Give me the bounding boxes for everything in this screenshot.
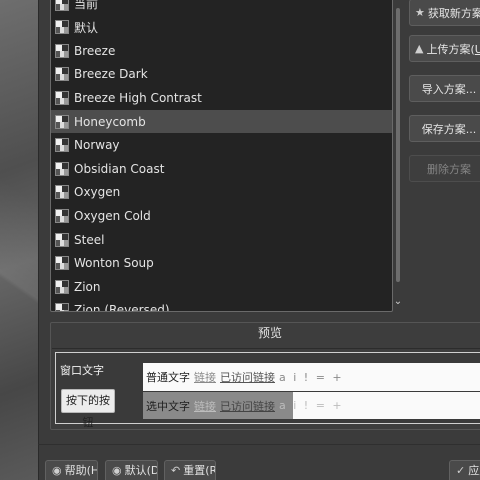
- scheme-item[interactable]: Oxygen: [51, 181, 392, 204]
- scheme-item-label: Honeycomb: [74, 114, 146, 129]
- scheme-item[interactable]: Norway: [51, 134, 392, 157]
- help-icon: ◉: [52, 463, 62, 477]
- scheme-item[interactable]: Zion (Reversed): [51, 299, 392, 312]
- scheme-swatch-icon: [55, 232, 69, 247]
- get-new-scheme-button[interactable]: ★ 获取新方案(N): [409, 0, 480, 26]
- apply-button[interactable]: ✓ 应用: [449, 460, 480, 480]
- scheme-swatch-icon: [55, 43, 69, 58]
- inactive-text-sample: a i ! = +: [279, 370, 344, 384]
- preview-title: 预览: [257, 326, 282, 340]
- selected-text-row: 选中文字 链接 已访问链接 a i ! = +: [143, 392, 342, 419]
- scheme-item-label: Oxygen: [74, 185, 121, 200]
- scheme-item-label: Zion: [74, 279, 101, 294]
- scheme-item-label: Breeze: [74, 43, 116, 58]
- delete-scheme-label: 删除方案: [427, 162, 471, 176]
- scheme-item-label: Wonton Soup: [74, 256, 154, 271]
- selected-link-sample: 链接: [194, 399, 216, 413]
- scheme-item[interactable]: Steel: [51, 228, 392, 251]
- selected-visited-link-sample: 已访问链接: [220, 399, 275, 413]
- scheme-item-label: Breeze High Contrast: [74, 90, 202, 105]
- desktop-wallpaper: [0, 0, 38, 480]
- scheme-swatch-icon: [55, 114, 69, 129]
- scheme-item[interactable]: Oxygen Cold: [51, 204, 392, 227]
- scheme-item[interactable]: 当前: [51, 0, 392, 15]
- scheme-swatch-icon: [55, 90, 69, 105]
- scheme-swatch-icon: [55, 0, 69, 11]
- link-sample: 链接: [194, 371, 216, 384]
- defaults-button[interactable]: ◉ 默认(D): [105, 460, 158, 480]
- star-icon: ★: [415, 6, 425, 19]
- scheme-swatch-icon: [55, 161, 69, 176]
- reset-icon: ↶: [171, 463, 181, 477]
- scheme-item-label: Oxygen Cold: [74, 208, 151, 223]
- reset-label: 重置(R): [183, 464, 215, 477]
- scheme-item-label: Obsidian Coast: [74, 161, 165, 176]
- scrollbar-thumb[interactable]: [396, 8, 400, 282]
- scheme-swatch-icon: [55, 208, 69, 223]
- scheme-item-label: Breeze Dark: [74, 67, 148, 82]
- window-border: [38, 0, 39, 480]
- scheme-item[interactable]: Breeze: [51, 39, 392, 62]
- scheme-item[interactable]: Breeze High Contrast: [51, 86, 392, 109]
- scheme-swatch-icon: [55, 256, 69, 271]
- upload-scheme-button[interactable]: ▲ 上传方案(U)...: [409, 35, 480, 62]
- selected-inactive-sample: a i ! = +: [279, 399, 344, 412]
- scheme-item-label: Zion (Reversed): [74, 303, 170, 312]
- scheme-item[interactable]: 默认: [51, 16, 392, 39]
- defaults-icon: ◉: [112, 463, 122, 477]
- scheme-item-label: 默认: [74, 20, 99, 35]
- normal-text-sample: 普通文字: [146, 371, 190, 384]
- save-scheme-button[interactable]: 保存方案...: [409, 115, 480, 142]
- preview-divider: [52, 348, 480, 349]
- footer-divider: [38, 444, 480, 445]
- scheme-swatch-icon: [55, 185, 69, 200]
- scheme-item[interactable]: Obsidian Coast: [51, 157, 392, 180]
- scheme-item[interactable]: Breeze Dark: [51, 63, 392, 86]
- help-button[interactable]: ◉ 帮助(H): [45, 460, 98, 480]
- scheme-swatch-icon: [55, 20, 69, 35]
- scheme-swatch-icon: [55, 303, 69, 311]
- upload-icon: ▲: [415, 42, 424, 55]
- scheme-item[interactable]: Honeycomb: [51, 110, 392, 133]
- help-label: 帮助(H): [64, 464, 97, 477]
- upload-scheme-label: 上传方案(U)...: [426, 42, 480, 56]
- scheme-item-label: Steel: [74, 232, 105, 247]
- check-icon: ✓: [456, 463, 466, 477]
- pressed-button-sample: 按下的按钮: [61, 389, 115, 429]
- selected-text-sample: 选中文字: [146, 399, 190, 413]
- color-scheme-list[interactable]: 当前默认 Breeze Breeze Dark Breeze High Contras…: [50, 0, 393, 312]
- visited-link-sample: 已访问链接: [220, 371, 275, 384]
- delete-scheme-button[interactable]: 删除方案: [409, 155, 480, 182]
- save-scheme-label: 保存方案...: [421, 122, 477, 136]
- scheme-item-label: Norway: [74, 138, 120, 153]
- scheme-swatch-icon: [55, 67, 69, 82]
- normal-text-row: 普通文字 链接 已访问链接 a i ! = +: [143, 363, 480, 391]
- apply-label: 应用: [468, 464, 480, 477]
- import-scheme-button[interactable]: 导入方案...: [409, 75, 480, 102]
- defaults-label: 默认(D): [124, 464, 157, 477]
- scheme-item-label: 当前: [74, 0, 99, 11]
- scroll-down-arrow-icon[interactable]: ⌄: [392, 296, 404, 308]
- import-scheme-label: 导入方案...: [421, 82, 477, 96]
- reset-button[interactable]: ↶ 重置(R): [164, 460, 216, 480]
- get-new-scheme-label: 获取新方案(N): [427, 6, 480, 20]
- scheme-item[interactable]: Zion: [51, 275, 392, 298]
- window-text-sample: 窗口文字: [60, 364, 104, 377]
- scheme-swatch-icon: [55, 279, 69, 294]
- scheme-swatch-icon: [55, 138, 69, 153]
- scheme-item[interactable]: Wonton Soup: [51, 252, 392, 275]
